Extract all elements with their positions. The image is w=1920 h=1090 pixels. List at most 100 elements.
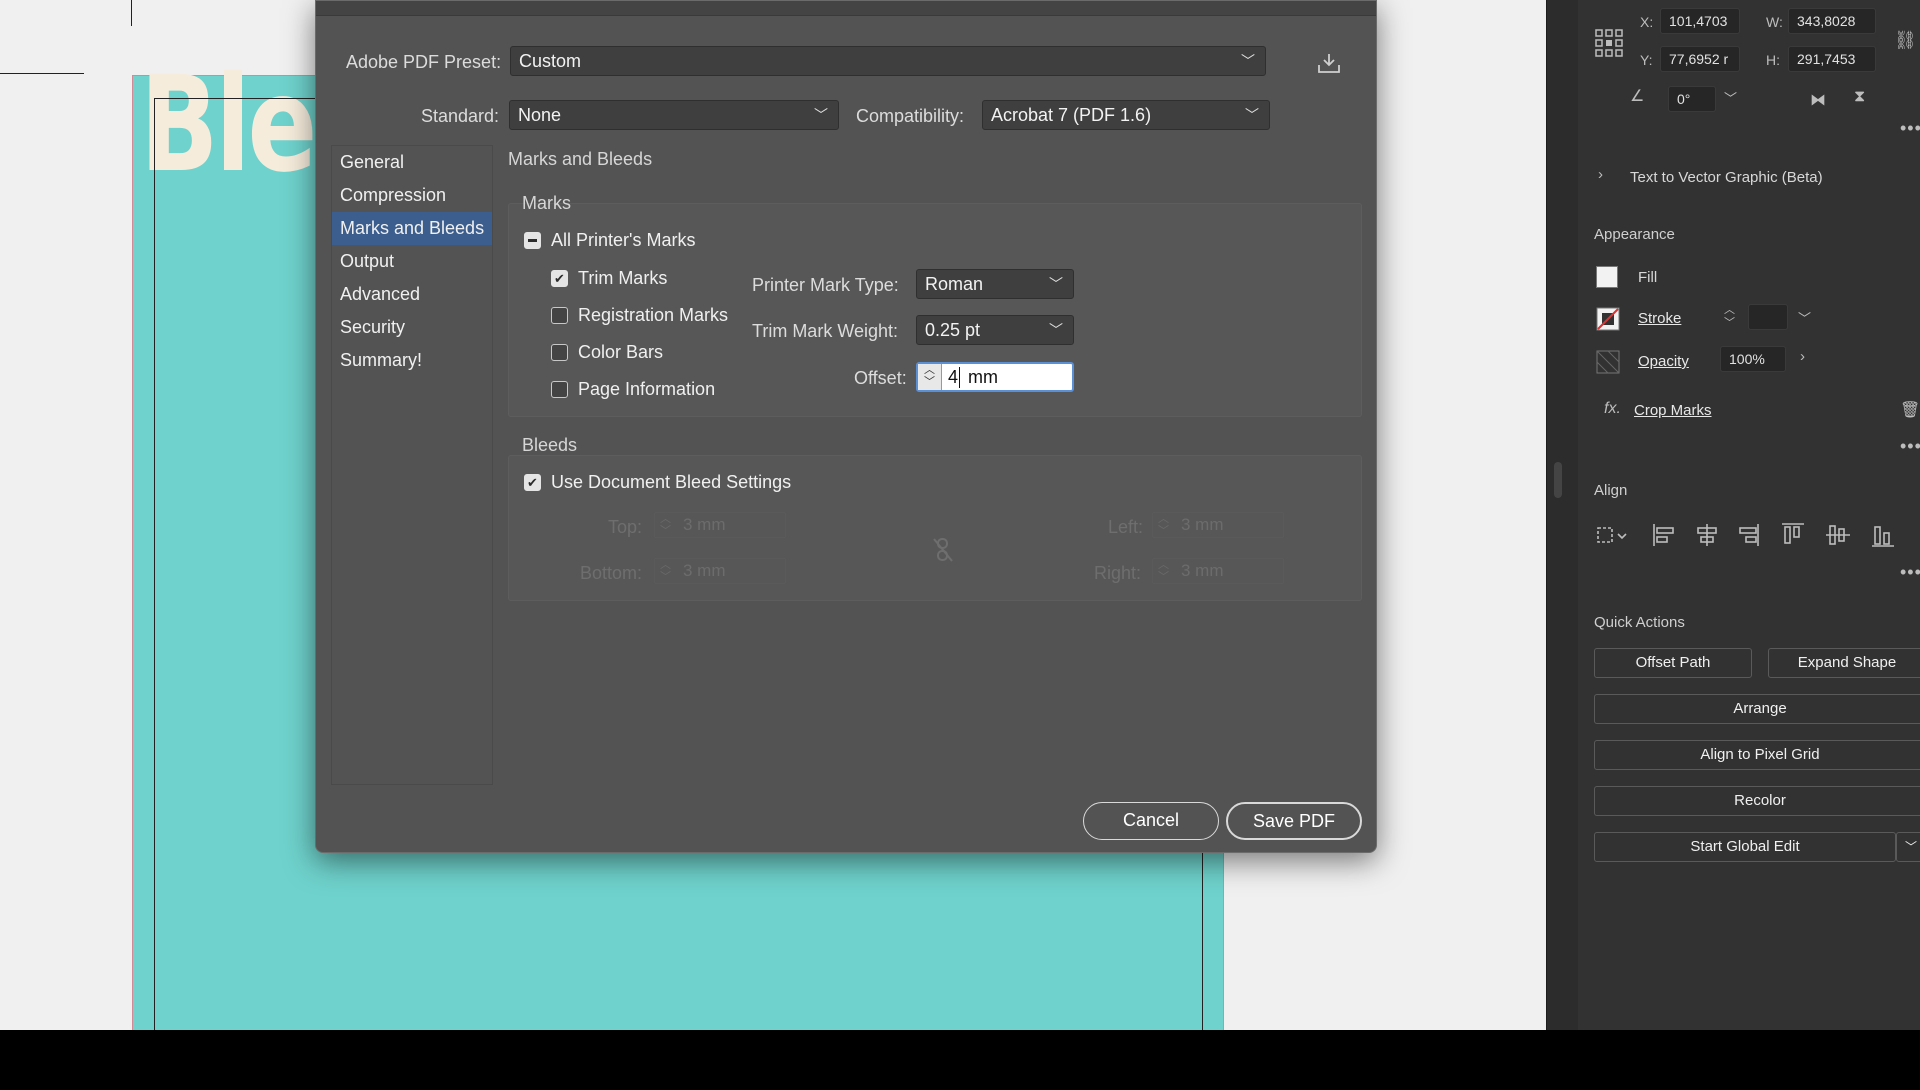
standard-value: None	[518, 105, 562, 125]
bleed-bottom-value: 3 mm	[683, 561, 726, 580]
color-bars-label: Color Bars	[578, 342, 664, 362]
nav-security[interactable]: Security	[332, 311, 492, 344]
offset-path-button[interactable]: Offset Path	[1594, 648, 1752, 678]
checkbox-empty-icon	[551, 344, 568, 361]
page-information-checkbox[interactable]: Page Information	[551, 379, 715, 400]
flip-vertical-icon[interactable]: ⧗	[1854, 88, 1865, 106]
bleed-left-value: 3 mm	[1181, 515, 1224, 534]
export-pdf-dialog: Adobe PDF Preset: Custom ﹀ Standard: Non…	[315, 0, 1377, 853]
stroke-weight-field[interactable]	[1748, 304, 1788, 330]
stepper-icon: ︿ ﹀	[660, 513, 671, 537]
crop-mark	[0, 73, 84, 74]
chevron-down-icon: ﹀	[1049, 276, 1063, 292]
bleed-bottom-label: Bottom:	[580, 563, 643, 583]
effect-crop-marks-link[interactable]: Crop Marks	[1634, 402, 1712, 419]
nav-advanced[interactable]: Advanced	[332, 278, 492, 311]
cancel-button[interactable]: Cancel	[1083, 802, 1219, 840]
all-printers-marks-checkbox[interactable]: All Printer's Marks	[524, 230, 695, 251]
fill-label: Fill	[1638, 269, 1658, 286]
checkbox-empty-icon	[551, 381, 568, 398]
nav-compression[interactable]: Compression	[332, 179, 492, 212]
opacity-link[interactable]: Opacity	[1638, 353, 1689, 370]
bleed-top-label: Top:	[608, 517, 643, 537]
align-icons-row[interactable]	[1596, 520, 1920, 550]
bleed-bottom-field: ︿ ﹀ 3 mm	[654, 558, 786, 584]
nav-general[interactable]: General	[332, 146, 492, 179]
reference-point-icon[interactable]	[1594, 28, 1624, 58]
flip-horizontal-icon[interactable]: ⧓	[1810, 90, 1826, 110]
appearance-title: Appearance	[1594, 226, 1675, 243]
y-label: Y:	[1640, 52, 1653, 68]
arrange-button[interactable]: Arrange	[1594, 694, 1920, 724]
stroke-link[interactable]: Stroke	[1638, 310, 1681, 327]
rotate-field[interactable]: 0°	[1668, 86, 1716, 112]
dialog-titlebar[interactable]	[316, 1, 1376, 16]
fx-icon: fx.	[1604, 400, 1621, 417]
stroke-stepper-icon[interactable]: ︿ ﹀	[1724, 304, 1735, 330]
crop-mark	[131, 0, 132, 26]
stroke-swatch[interactable]	[1596, 307, 1620, 331]
section-title: Marks and Bleeds	[508, 149, 653, 169]
color-bars-checkbox[interactable]: Color Bars	[551, 342, 663, 363]
compatibility-select[interactable]: Acrobat 7 (PDF 1.6) ﹀	[982, 100, 1270, 130]
trim-mark-weight-select[interactable]: 0.25 pt ﹀	[916, 315, 1074, 345]
offset-unit: mm	[968, 367, 998, 387]
w-field[interactable]: 343,8028	[1788, 8, 1876, 34]
checkbox-empty-icon	[551, 307, 568, 324]
y-field[interactable]: 77,6952 r	[1660, 46, 1740, 72]
constrain-proportions-icon[interactable]: ⛓	[1894, 30, 1917, 51]
chevron-right-icon[interactable]: ›	[1800, 348, 1805, 365]
printer-mark-type-value: Roman	[925, 274, 984, 294]
trim-marks-checkbox[interactable]: ✔ Trim Marks	[551, 268, 667, 289]
preset-label: Adobe PDF Preset:	[346, 52, 502, 72]
offset-field[interactable]: ︿ ﹀ 4 mm	[916, 362, 1074, 392]
chevron-down-icon: ﹀	[1245, 107, 1259, 123]
h-label: H:	[1766, 52, 1780, 68]
preset-select[interactable]: Custom ﹀	[510, 46, 1266, 76]
offset-value: 4	[948, 367, 961, 388]
nav-output[interactable]: Output	[332, 245, 492, 278]
global-edit-options-button[interactable]: ﹀	[1896, 832, 1920, 862]
trim-mark-weight-value: 0.25 pt	[925, 320, 981, 340]
chevron-right-icon[interactable]: ›	[1598, 166, 1603, 183]
trash-icon[interactable]: 🗑	[1900, 400, 1920, 420]
x-label: X:	[1640, 14, 1654, 30]
more-options-icon[interactable]: •••	[1900, 118, 1920, 139]
printer-mark-type-select[interactable]: Roman ﹀	[916, 269, 1074, 299]
chevron-down-icon[interactable]: ﹀	[1798, 308, 1811, 327]
chevron-down-icon[interactable]: ﹀	[1724, 88, 1737, 107]
panel-scrollbar[interactable]	[1554, 462, 1562, 498]
nav-marks-and-bleeds[interactable]: Marks and Bleeds	[332, 212, 492, 245]
fill-swatch[interactable]	[1596, 266, 1618, 288]
expand-shape-button[interactable]: Expand Shape	[1768, 648, 1920, 678]
align-title: Align	[1594, 482, 1628, 499]
offset-stepper-icon[interactable]: ︿ ﹀	[918, 364, 942, 390]
recolor-button[interactable]: Recolor	[1594, 786, 1920, 816]
stepper-icon: ︿ ﹀	[660, 559, 671, 583]
text-to-vector-link[interactable]: Text to Vector Graphic (Beta)	[1630, 169, 1823, 186]
page-information-label: Page Information	[578, 379, 716, 399]
compatibility-value: Acrobat 7 (PDF 1.6)	[991, 105, 1152, 125]
opacity-icon	[1596, 350, 1620, 374]
x-field[interactable]: 101,4703	[1660, 8, 1740, 34]
standard-select[interactable]: None ﹀	[509, 100, 839, 130]
compatibility-label: Compatibility:	[856, 106, 965, 126]
chevron-down-icon: ﹀	[1049, 322, 1063, 338]
save-pdf-button[interactable]: Save PDF	[1226, 802, 1362, 840]
category-nav: General Compression Marks and Bleeds Out…	[331, 145, 493, 785]
opacity-field[interactable]: 100%	[1720, 346, 1786, 372]
chevron-down-icon: ﹀	[814, 107, 828, 123]
more-options-icon[interactable]: •••	[1900, 562, 1920, 583]
start-global-edit-button[interactable]: Start Global Edit	[1594, 832, 1896, 862]
more-options-icon[interactable]: •••	[1900, 436, 1920, 457]
align-to-pixel-grid-button[interactable]: Align to Pixel Grid	[1594, 740, 1920, 770]
trim-marks-label: Trim Marks	[578, 268, 668, 288]
bleeds-title: Bleeds	[522, 435, 578, 455]
bleed-left-field: ︿ ﹀ 3 mm	[1152, 512, 1284, 538]
registration-marks-checkbox[interactable]: Registration Marks	[551, 305, 728, 326]
h-field[interactable]: 291,7453	[1788, 46, 1876, 72]
save-preset-icon[interactable]	[1316, 51, 1342, 75]
nav-summary[interactable]: Summary!	[332, 344, 492, 377]
quick-actions-title: Quick Actions	[1594, 614, 1685, 631]
use-document-bleed-checkbox[interactable]: ✔ Use Document Bleed Settings	[524, 472, 791, 493]
